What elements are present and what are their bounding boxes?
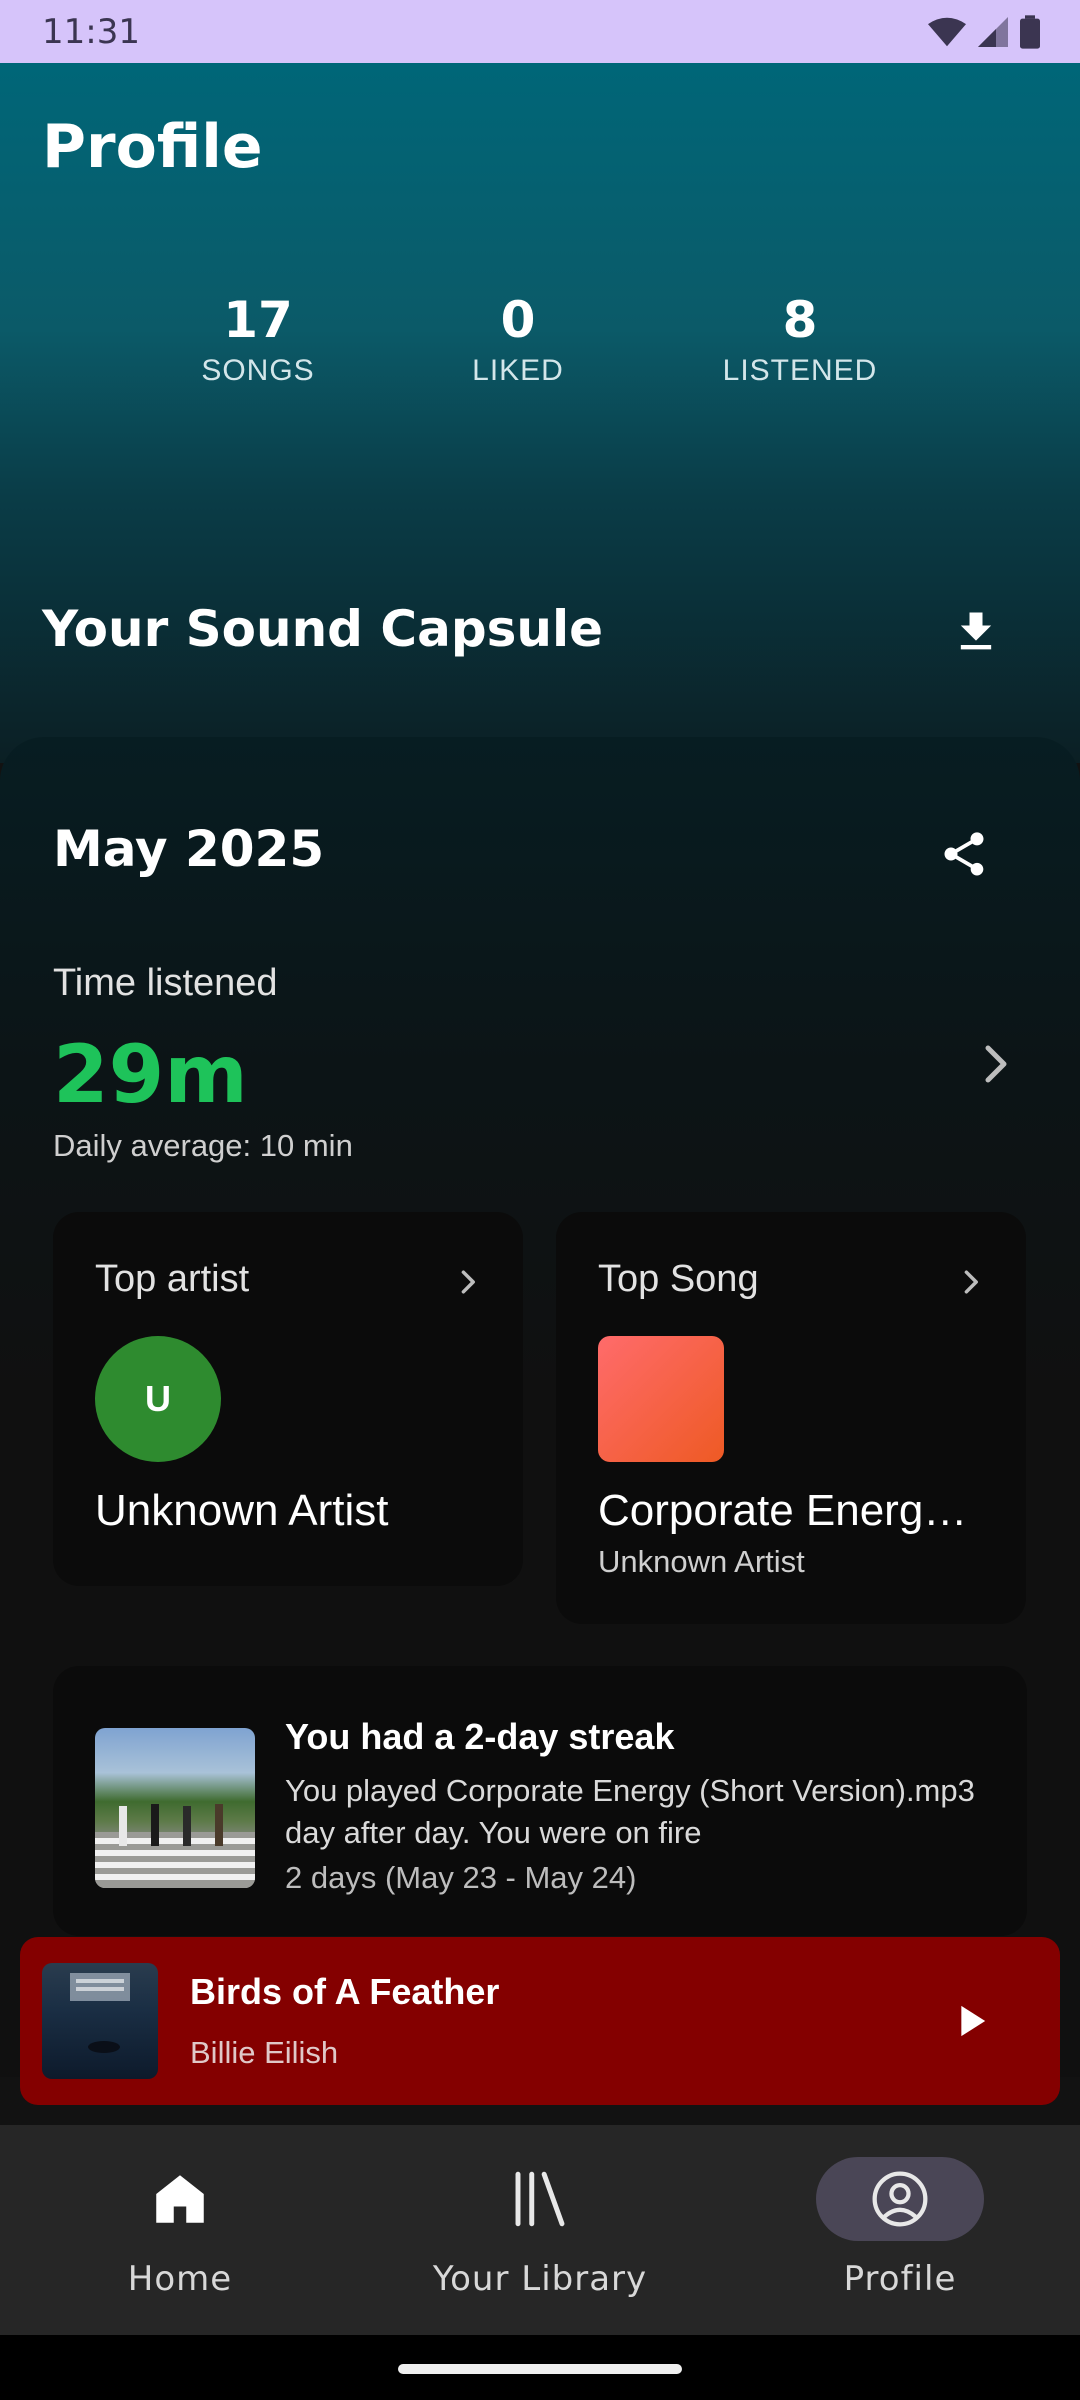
nav-home-pill (96, 2157, 264, 2241)
top-song-chevron (960, 1268, 984, 1296)
now-playing-art (42, 1963, 158, 2079)
streak-album-art (95, 1728, 255, 1888)
capsule-month: May 2025 (53, 820, 325, 878)
library-icon (515, 2171, 565, 2227)
streak-description: You played Corporate Energy (Short Versi… (285, 1773, 975, 1850)
streak-title: You had a 2-day streak (285, 1716, 675, 1757)
gesture-handle[interactable] (398, 2364, 682, 2374)
nav-library-label: Your Library (432, 2259, 648, 2299)
top-artist-name: Unknown Artist (95, 1486, 389, 1535)
stat-songs-label: SONGS (201, 354, 315, 387)
profile-icon (872, 2171, 928, 2227)
share-button[interactable] (938, 828, 990, 880)
stat-liked-value: 0 (500, 291, 536, 349)
status-time: 11:31 (42, 11, 140, 52)
stat-songs: 17 SONGS (138, 290, 378, 388)
nav-home[interactable]: Home (30, 2157, 330, 2299)
top-artist-card[interactable]: Top artist U Unknown Artist (53, 1212, 523, 1586)
top-song-label: Top Song (598, 1258, 759, 1300)
nav-library-pill (456, 2157, 624, 2241)
top-song-card[interactable]: Top Song Corporate Energ… Unknown Artist (556, 1212, 1026, 1624)
stat-liked: 0 LIKED (398, 290, 638, 388)
streak-card[interactable]: You had a 2-day streak You played Corpor… (53, 1666, 1027, 1936)
top-artist-chevron (457, 1268, 481, 1296)
download-button[interactable] (950, 606, 1002, 658)
play-icon (961, 2005, 986, 2037)
stat-listened: 8 LISTENED (680, 290, 920, 388)
status-icons (928, 14, 1040, 49)
streak-dates: 2 days (May 23 - May 24) (285, 1860, 637, 1895)
stat-listened-label: LISTENED (722, 354, 878, 387)
nav-profile-label: Profile (843, 2259, 957, 2299)
nav-profile[interactable]: Profile (750, 2157, 1050, 2299)
chevron-right-icon (985, 1045, 1007, 1083)
top-song-artist: Unknown Artist (598, 1544, 805, 1579)
daily-average: Daily average: 10 min (53, 1128, 353, 1163)
stat-songs-value: 17 (223, 291, 293, 349)
bottom-navigation: Home Your Library Profile (0, 2125, 1080, 2335)
chevron-right-icon (964, 1270, 978, 1294)
wifi-icon (928, 17, 966, 46)
now-playing-artist: Billie Eilish (190, 2035, 339, 2070)
sound-capsule-title: Your Sound Capsule (42, 600, 604, 658)
stat-liked-label: LIKED (472, 354, 564, 387)
stat-listened-value: 8 (782, 291, 818, 349)
play-button[interactable] (944, 1995, 996, 2047)
time-listened-label: Time listened (53, 962, 278, 1004)
top-song-title: Corporate Energ… (598, 1486, 968, 1535)
share-icon (944, 832, 984, 876)
download-icon (960, 612, 992, 650)
nav-your-library[interactable]: Your Library (390, 2157, 690, 2299)
top-song-cover (598, 1336, 724, 1462)
nav-home-label: Home (127, 2259, 233, 2299)
home-icon (156, 2175, 204, 2223)
status-bar: 11:31 (0, 0, 1080, 63)
nav-profile-pill (816, 2157, 984, 2241)
signal-icon (978, 16, 1008, 47)
mini-player[interactable]: Birds of A Feather Billie Eilish (20, 1937, 1060, 2105)
page-title: Profile (42, 112, 263, 182)
artist-avatar: U (95, 1336, 221, 1462)
now-playing-title: Birds of A Feather (190, 1971, 500, 2012)
time-listened-chevron[interactable] (980, 1044, 1012, 1084)
battery-icon (1020, 14, 1040, 49)
chevron-right-icon (461, 1270, 475, 1294)
time-listened-value: 29m (53, 1028, 248, 1121)
top-artist-label: Top artist (95, 1258, 250, 1300)
